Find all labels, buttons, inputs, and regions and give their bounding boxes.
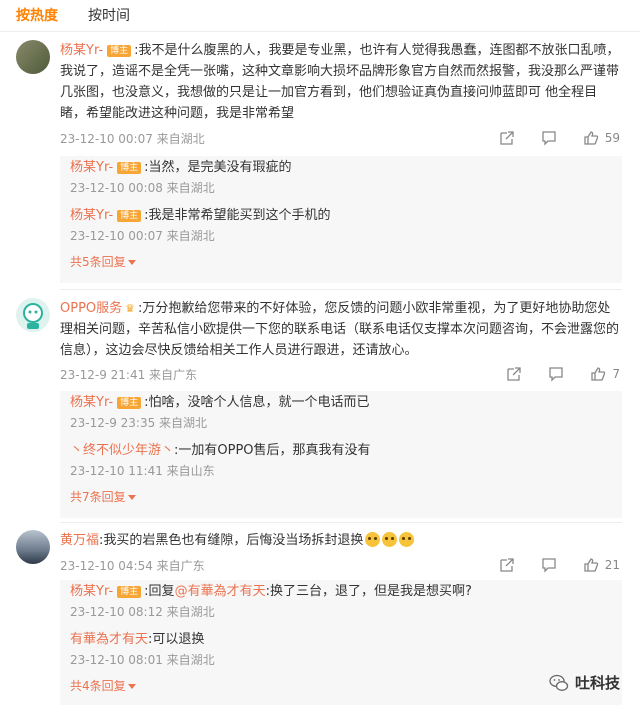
reply-item: 杨某Yr- 博主:怕啥，没啥个人信息，就一个电话而已 23-12-9 23:35 … bbox=[60, 393, 622, 433]
reply-username[interactable]: 杨某Yr- bbox=[70, 395, 113, 410]
chevron-down-icon bbox=[127, 260, 136, 265]
like-button[interactable]: 59 bbox=[583, 130, 620, 146]
more-replies-label: 共5条回复 bbox=[70, 255, 126, 269]
reply-list: 杨某Yr- 博主:怕啥，没啥个人信息，就一个电话而已 23-12-9 23:35 … bbox=[60, 391, 622, 518]
comment-meta: 23-12-9 21:41 来自广东 bbox=[60, 368, 198, 382]
comment-content: :我买的岩黑色也有缝隙，后悔没当场拆封退换 bbox=[99, 533, 364, 548]
avatar[interactable] bbox=[16, 298, 50, 332]
avatar[interactable] bbox=[16, 530, 50, 564]
blogger-badge: 博主 bbox=[117, 210, 142, 222]
comment-icon[interactable] bbox=[541, 557, 557, 573]
reply-content: :换了三台，退了，但是我是想买啊? bbox=[265, 584, 472, 599]
reply-item: 丶终不似少年游丶:一加有OPPO售后，那真我有没有 23-12-10 11:41… bbox=[60, 441, 622, 481]
comment-content: :万分抱歉给您带来的不好体验，您反馈的问题小欧非常重视，为了更好地协助您处理相关… bbox=[60, 301, 620, 358]
comment-icon[interactable] bbox=[541, 130, 557, 146]
comment-text: 黄万福:我买的岩黑色也有缝隙，后悔没当场拆封退换 bbox=[60, 530, 622, 551]
divider bbox=[0, 31, 640, 32]
oppo-service-avatar-icon bbox=[23, 303, 43, 329]
reply-content: :可以退换 bbox=[148, 632, 205, 647]
more-replies-link[interactable]: 共7条回复 bbox=[60, 487, 622, 507]
blogger-badge: 博主 bbox=[107, 45, 132, 57]
wechat-icon bbox=[549, 674, 569, 691]
more-replies-label: 共7条回复 bbox=[70, 490, 126, 504]
mention-link[interactable]: @有華為才有天 bbox=[175, 584, 266, 599]
reply-meta: 23-12-9 23:35 来自湖北 bbox=[70, 416, 208, 430]
comment-text: OPPO服务 ♛:万分抱歉给您带来的不好体验，您反馈的问题小欧非常重视，为了更好地… bbox=[60, 298, 622, 361]
comment-icon[interactable] bbox=[548, 366, 564, 382]
watermark: 吐科技 bbox=[549, 672, 620, 693]
share-icon[interactable] bbox=[506, 366, 522, 382]
reply-username[interactable]: 有華為才有天 bbox=[70, 632, 148, 647]
like-icon bbox=[584, 131, 598, 145]
reply-content: :当然，是完美没有瑕疵的 bbox=[144, 160, 292, 175]
comment-username[interactable]: 杨某Yr- bbox=[60, 43, 103, 58]
reply-item: 有華為才有天:可以退换 23-12-10 08:01 来自湖北 bbox=[60, 630, 622, 670]
like-icon bbox=[584, 558, 598, 572]
comment-actions: 7 bbox=[506, 366, 620, 382]
reply-content: :我是非常希望能买到这个手机的 bbox=[144, 208, 331, 223]
chevron-down-icon bbox=[127, 684, 136, 689]
watermark-text: 吐科技 bbox=[574, 674, 620, 692]
reply-item: 杨某Yr- 博主:回复@有華為才有天:换了三台，退了，但是我是想买啊? 23-12… bbox=[60, 582, 622, 622]
comment-meta: 23-12-10 00:07 来自湖北 bbox=[60, 132, 205, 146]
comment-actions: 21 bbox=[499, 557, 620, 573]
tab-by-time[interactable]: 按时间 bbox=[88, 6, 130, 28]
crown-icon: ♛ bbox=[125, 302, 136, 315]
reply-item: 杨某Yr- 博主:当然，是完美没有瑕疵的 23-12-10 00:08 来自湖北 bbox=[60, 158, 622, 198]
tab-by-hot[interactable]: 按热度 bbox=[16, 6, 58, 28]
reply-item: 杨某Yr- 博主:我是非常希望能买到这个手机的 23-12-10 00:07 来自… bbox=[60, 206, 622, 246]
reply-list: 杨某Yr- 博主:当然，是完美没有瑕疵的 23-12-10 00:08 来自湖北 … bbox=[60, 156, 622, 283]
comment-content: :我不是什么腹黑的人，我要是专业黑，也许有人觉得我愚蠢，连图都不放张口乱喷，我说… bbox=[60, 43, 620, 121]
reply-username[interactable]: 杨某Yr- bbox=[70, 160, 113, 175]
like-button[interactable]: 7 bbox=[590, 366, 620, 382]
like-icon bbox=[591, 367, 606, 381]
crying-emoji-icon bbox=[365, 532, 381, 547]
divider bbox=[60, 289, 622, 290]
blogger-badge: 博主 bbox=[117, 397, 142, 409]
comment-text: 杨某Yr- 博主:我不是什么腹黑的人，我要是专业黑，也许有人觉得我愚蠢，连图都不放… bbox=[60, 40, 622, 124]
comment-username[interactable]: 黄万福 bbox=[60, 533, 99, 548]
reply-meta: 23-12-10 08:01 来自湖北 bbox=[70, 653, 215, 667]
reply-list: 杨某Yr- 博主:回复@有華為才有天:换了三台，退了，但是我是想买啊? 23-12… bbox=[60, 580, 622, 705]
more-replies-label: 共4条回复 bbox=[70, 679, 126, 693]
reply-content: :怕啥，没啥个人信息，就一个电话而已 bbox=[144, 395, 370, 410]
comment-meta: 23-12-10 04:54 来自广东 bbox=[60, 559, 205, 573]
avatar[interactable] bbox=[16, 40, 50, 74]
comment-actions: 59 bbox=[499, 130, 620, 146]
share-icon[interactable] bbox=[499, 557, 515, 573]
crying-emoji-icon bbox=[399, 532, 415, 547]
like-button[interactable]: 21 bbox=[583, 557, 620, 573]
reply-meta: 23-12-10 00:07 来自湖北 bbox=[70, 229, 215, 243]
divider bbox=[60, 522, 622, 523]
blogger-badge: 博主 bbox=[117, 162, 142, 174]
reply-username[interactable]: 杨某Yr- bbox=[70, 584, 113, 599]
more-replies-link[interactable]: 共4条回复 bbox=[60, 676, 622, 696]
reply-username[interactable]: 杨某Yr- bbox=[70, 208, 113, 223]
blogger-badge: 博主 bbox=[117, 586, 142, 598]
like-count: 7 bbox=[612, 367, 620, 381]
more-replies-link[interactable]: 共5条回复 bbox=[60, 252, 622, 272]
comment-username[interactable]: OPPO服务 bbox=[60, 301, 122, 316]
reply-username[interactable]: 丶终不似少年游丶 bbox=[70, 443, 174, 458]
share-icon[interactable] bbox=[499, 130, 515, 146]
reply-content: :一加有OPPO售后，那真我有没有 bbox=[174, 443, 371, 458]
chevron-down-icon bbox=[127, 495, 136, 500]
reply-meta: 23-12-10 11:41 来自山东 bbox=[70, 464, 215, 478]
reply-prefix: :回复 bbox=[144, 584, 175, 599]
crying-emoji-icon bbox=[382, 532, 398, 547]
reply-meta: 23-12-10 08:12 来自湖北 bbox=[70, 605, 215, 619]
like-count: 21 bbox=[604, 558, 620, 572]
like-count: 59 bbox=[604, 131, 620, 145]
reply-meta: 23-12-10 00:08 来自湖北 bbox=[70, 181, 215, 195]
sort-tabs: 按热度 按时间 bbox=[16, 6, 130, 28]
